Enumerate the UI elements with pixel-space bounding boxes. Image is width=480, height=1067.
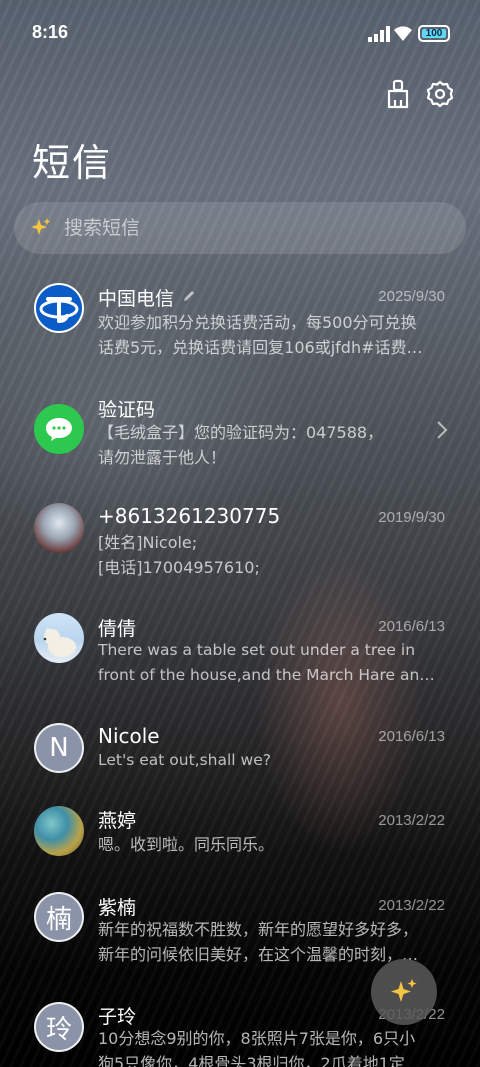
sparkle-icon (31, 218, 51, 235)
preview-line: 狗5只像你，4根骨头3根归你，2爪着地1定 (98, 1054, 405, 1067)
preview-line: There was a table set out under a tree i… (98, 641, 416, 659)
search-bar[interactable] (14, 202, 466, 254)
sparkle-icon (391, 979, 417, 1002)
preview-line: 新年的祝福数不胜数，新年的愿望好多好多， (98, 920, 419, 939)
preview-line: Let's eat out,shall we? (98, 751, 271, 769)
ai-assistant-button[interactable] (371, 959, 437, 1025)
conversation-name: 子玲 (98, 1006, 137, 1028)
conversation-item[interactable]: 验证码 【毛绒盒子】您的验证码为：047588， 请勿泄露于他人！ (0, 390, 480, 490)
preview-line: [电话]17004957610; (98, 558, 260, 577)
preview-line: 话费5元，兑换话费请回复106或jfdh#话费… (98, 338, 423, 357)
preview-line: [姓名]Nicole; (98, 533, 198, 552)
letter-avatar: 玲 (34, 1002, 84, 1052)
avatar-letter: 玲 (45, 1014, 72, 1045)
conversation-preview: 欢迎参加积分兑换话费活动，每500分可兑换 话费5元，兑换话费请回复106或jf… (98, 310, 446, 360)
conversation-date: 2025/9/30 (378, 288, 445, 305)
chevron-right-icon[interactable] (436, 420, 448, 440)
conversation-name: +8613261230775 (98, 504, 281, 528)
conversation-preview: 【毛绒盒子】您的验证码为：047588， 请勿泄露于他人！ (98, 420, 446, 470)
conversation-item[interactable]: 中国电信 2025/9/30 欢迎参加积分兑换话费活动，每500分可兑换 话费5… (0, 280, 480, 380)
letter-avatar: 楠 (34, 892, 84, 942)
letter-avatar: N (34, 723, 84, 773)
conversation-name: 中国电信 (98, 288, 175, 310)
conversation-name: 倩倩 (98, 618, 137, 640)
preview-line: front of the house,and the March Hare an… (98, 666, 435, 684)
conversation-date: 2013/2/22 (378, 897, 445, 914)
avatar-letter: N (49, 733, 69, 763)
conversation-item[interactable]: +8613261230775 2019/9/30 [姓名]Nicole; [电话… (0, 500, 480, 600)
preview-line: 10分想念9别的你，8张照片7张是你，6只小 (98, 1029, 416, 1048)
preview-line: 嗯。收到啦。同乐同乐。 (98, 835, 275, 854)
conversation-item[interactable]: N Nicole 2016/6/13 Let's eat out,shall w… (0, 720, 480, 820)
signal-icon (368, 26, 390, 42)
message-bubble-icon (34, 404, 84, 454)
broom-icon[interactable] (383, 78, 413, 110)
page-title: 短信 (32, 141, 113, 185)
china-telecom-logo (34, 283, 84, 333)
pencil-icon (184, 291, 194, 301)
gear-icon[interactable] (425, 78, 455, 110)
wifi-icon (394, 26, 412, 41)
conversation-date: 2016/6/13 (378, 728, 445, 745)
conversation-preview: 10分想念9别的你，8张照片7张是你，6只小 狗5只像你，4根骨头3根归你，2爪… (98, 1026, 446, 1067)
preview-line: 请勿泄露于他人！ (98, 448, 227, 467)
avatar-letter: 楠 (45, 904, 72, 935)
conversation-date: 2016/6/13 (378, 618, 445, 635)
battery-icon: 100 (418, 25, 450, 42)
search-input[interactable] (64, 217, 424, 239)
conversation-preview: [姓名]Nicole; [电话]17004957610; (98, 530, 446, 580)
conversation-item[interactable]: 倩倩 2016/6/13 There was a table set out u… (0, 610, 480, 710)
conversation-preview: 嗯。收到啦。同乐同乐。 (98, 832, 446, 857)
preview-line: 【毛绒盒子】您的验证码为：047588， (98, 423, 384, 442)
conversation-date: 2013/2/22 (378, 812, 445, 829)
conversation-preview: There was a table set out under a tree i… (98, 638, 446, 688)
battery-level: 100 (425, 28, 443, 39)
status-bar: 8:16 100 (0, 0, 480, 68)
status-time: 8:16 (32, 22, 69, 42)
photo-avatar (34, 503, 84, 553)
conversation-name: 紫楠 (98, 897, 137, 919)
conversation-date: 2019/9/30 (378, 509, 445, 526)
conversation-name: 验证码 (98, 399, 156, 421)
polar-bear-avatar (34, 613, 84, 663)
painting-avatar (34, 806, 84, 856)
conversation-preview: Let's eat out,shall we? (98, 748, 446, 773)
conversation-name: 燕婷 (98, 810, 137, 832)
preview-line: 欢迎参加积分兑换话费活动，每500分可兑换 (98, 313, 417, 332)
conversation-name: Nicole (98, 724, 160, 748)
